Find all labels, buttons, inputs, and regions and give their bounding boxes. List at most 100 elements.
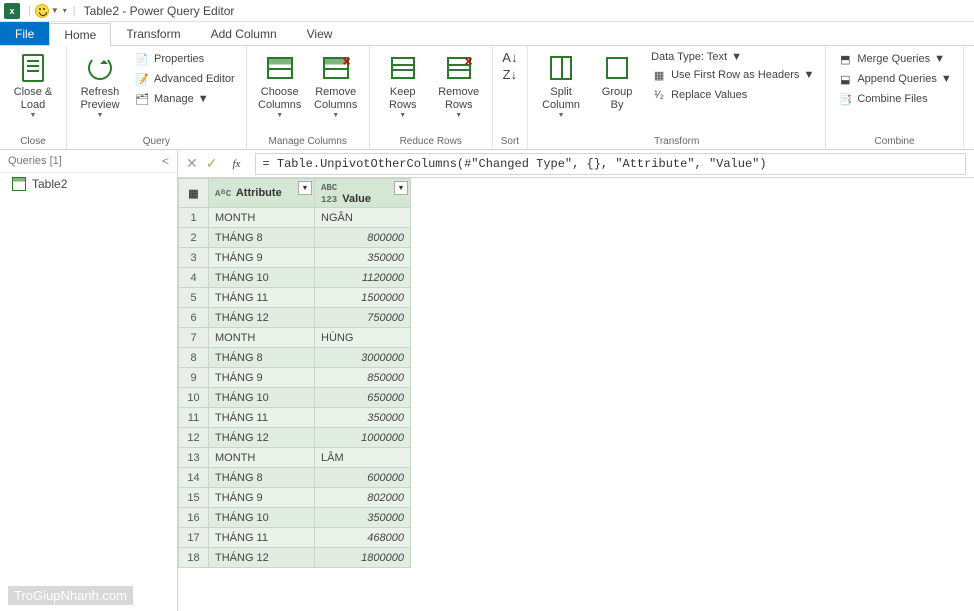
cell-attribute[interactable]: THÁNG 8 [209, 468, 315, 488]
row-number[interactable]: 5 [179, 288, 209, 308]
cell-value[interactable]: 1000000 [315, 428, 411, 448]
cell-value[interactable]: 1120000 [315, 268, 411, 288]
row-number[interactable]: 9 [179, 368, 209, 388]
collapse-pane-icon[interactable]: < [162, 154, 169, 168]
row-number[interactable]: 4 [179, 268, 209, 288]
manage-button[interactable]: 🗂Manage ▼ [131, 90, 238, 108]
table-row[interactable]: 15THÁNG 9802000 [179, 488, 411, 508]
cell-attribute[interactable]: THÁNG 12 [209, 428, 315, 448]
table-row[interactable]: 8THÁNG 83000000 [179, 348, 411, 368]
cell-value[interactable]: 350000 [315, 508, 411, 528]
cell-attribute[interactable]: MONTH [209, 208, 315, 228]
refresh-preview-button[interactable]: Refresh Preview ▼ [75, 50, 125, 123]
row-number[interactable]: 1 [179, 208, 209, 228]
filter-button-icon[interactable]: ▼ [298, 181, 312, 195]
row-number[interactable]: 3 [179, 248, 209, 268]
cell-value[interactable]: 350000 [315, 248, 411, 268]
table-row[interactable]: 18THÁNG 121800000 [179, 548, 411, 568]
cell-value[interactable]: 650000 [315, 388, 411, 408]
sort-asc-button[interactable]: A↓ [502, 50, 517, 65]
cell-value[interactable]: 850000 [315, 368, 411, 388]
table-row[interactable]: 12THÁNG 121000000 [179, 428, 411, 448]
row-number[interactable]: 2 [179, 228, 209, 248]
row-number[interactable]: 8 [179, 348, 209, 368]
cell-value[interactable]: 600000 [315, 468, 411, 488]
row-number[interactable]: 11 [179, 408, 209, 428]
row-number[interactable]: 16 [179, 508, 209, 528]
cell-attribute[interactable]: THÁNG 8 [209, 348, 315, 368]
append-queries-button[interactable]: ⬓Append Queries ▼ [834, 70, 954, 88]
replace-values-button[interactable]: ¹⁄₂Replace Values [648, 86, 817, 104]
cell-attribute[interactable]: THÁNG 9 [209, 368, 315, 388]
table-row[interactable]: 9THÁNG 9850000 [179, 368, 411, 388]
cell-value[interactable]: 800000 [315, 228, 411, 248]
group-by-button[interactable]: Group By [592, 50, 642, 114]
cell-attribute[interactable]: THÁNG 10 [209, 268, 315, 288]
cell-attribute[interactable]: THÁNG 12 [209, 308, 315, 328]
cell-value[interactable]: 1800000 [315, 548, 411, 568]
table-row[interactable]: 2THÁNG 8800000 [179, 228, 411, 248]
tab-file[interactable]: File [0, 22, 49, 45]
data-type-button[interactable]: Data Type: Text ▼ [648, 50, 817, 64]
tab-transform[interactable]: Transform [111, 22, 195, 45]
row-number[interactable]: 18 [179, 548, 209, 568]
smiley-icon[interactable] [35, 4, 49, 18]
choose-columns-button[interactable]: Choose Columns ▼ [255, 50, 305, 123]
keep-rows-button[interactable]: Keep Rows ▼ [378, 50, 428, 123]
formula-cancel-icon[interactable]: ✕ [186, 155, 198, 172]
qat-dropdown[interactable]: ▼ [51, 6, 59, 15]
row-number[interactable]: 7 [179, 328, 209, 348]
combine-files-button[interactable]: 📑Combine Files [834, 90, 954, 108]
sort-desc-button[interactable]: Z↓ [503, 67, 517, 82]
cell-attribute[interactable]: THÁNG 11 [209, 528, 315, 548]
cell-attribute[interactable]: THÁNG 11 [209, 408, 315, 428]
table-row[interactable]: 6THÁNG 12750000 [179, 308, 411, 328]
advanced-editor-button[interactable]: 📝Advanced Editor [131, 70, 238, 88]
table-row[interactable]: 3THÁNG 9350000 [179, 248, 411, 268]
table-row[interactable]: 11THÁNG 11350000 [179, 408, 411, 428]
close-and-load-button[interactable]: Close & Load ▼ [8, 50, 58, 123]
column-header-value[interactable]: ABC123 Value ▼ [315, 179, 411, 208]
query-item-table2[interactable]: Table2 [0, 173, 177, 195]
cell-attribute[interactable]: THÁNG 10 [209, 508, 315, 528]
first-row-headers-button[interactable]: ▦Use First Row as Headers ▼ [648, 66, 817, 84]
cell-value[interactable]: 468000 [315, 528, 411, 548]
cell-value[interactable]: NGÂN [315, 208, 411, 228]
data-grid-wrap[interactable]: ▦ AᴮC Attribute ▼ ABC123 Value ▼ 1MO [178, 178, 974, 611]
table-row[interactable]: 17THÁNG 11468000 [179, 528, 411, 548]
cell-attribute[interactable]: THÁNG 9 [209, 488, 315, 508]
cell-value[interactable]: 802000 [315, 488, 411, 508]
table-row[interactable]: 1MONTHNGÂN [179, 208, 411, 228]
table-row[interactable]: 4THÁNG 101120000 [179, 268, 411, 288]
cell-attribute[interactable]: MONTH [209, 448, 315, 468]
cell-value[interactable]: 3000000 [315, 348, 411, 368]
cell-value[interactable]: 1500000 [315, 288, 411, 308]
cell-attribute[interactable]: MONTH [209, 328, 315, 348]
table-row[interactable]: 5THÁNG 111500000 [179, 288, 411, 308]
cell-attribute[interactable]: THÁNG 10 [209, 388, 315, 408]
column-header-attribute[interactable]: AᴮC Attribute ▼ [209, 179, 315, 208]
formula-input[interactable] [255, 153, 966, 175]
cell-attribute[interactable]: THÁNG 11 [209, 288, 315, 308]
table-row[interactable]: 13MONTHLÂM [179, 448, 411, 468]
cell-value[interactable]: 750000 [315, 308, 411, 328]
cell-value[interactable]: HÙNG [315, 328, 411, 348]
tab-home[interactable]: Home [49, 23, 111, 46]
qat-customize[interactable]: ▾ [63, 6, 67, 15]
row-number[interactable]: 12 [179, 428, 209, 448]
cell-attribute[interactable]: THÁNG 8 [209, 228, 315, 248]
row-number[interactable]: 13 [179, 448, 209, 468]
filter-button-icon[interactable]: ▼ [394, 181, 408, 195]
properties-button[interactable]: 📄Properties [131, 50, 238, 68]
cell-attribute[interactable]: THÁNG 12 [209, 548, 315, 568]
tab-add-column[interactable]: Add Column [196, 22, 292, 45]
merge-queries-button[interactable]: ⬒Merge Queries ▼ [834, 50, 954, 68]
cell-value[interactable]: LÂM [315, 448, 411, 468]
cell-value[interactable]: 350000 [315, 408, 411, 428]
row-number[interactable]: 6 [179, 308, 209, 328]
tab-view[interactable]: View [292, 22, 348, 45]
split-column-button[interactable]: Split Column ▼ [536, 50, 586, 123]
fx-icon[interactable]: fx [225, 154, 247, 174]
remove-rows-button[interactable]: Remove Rows ▼ [434, 50, 484, 123]
table-row[interactable]: 7MONTHHÙNG [179, 328, 411, 348]
